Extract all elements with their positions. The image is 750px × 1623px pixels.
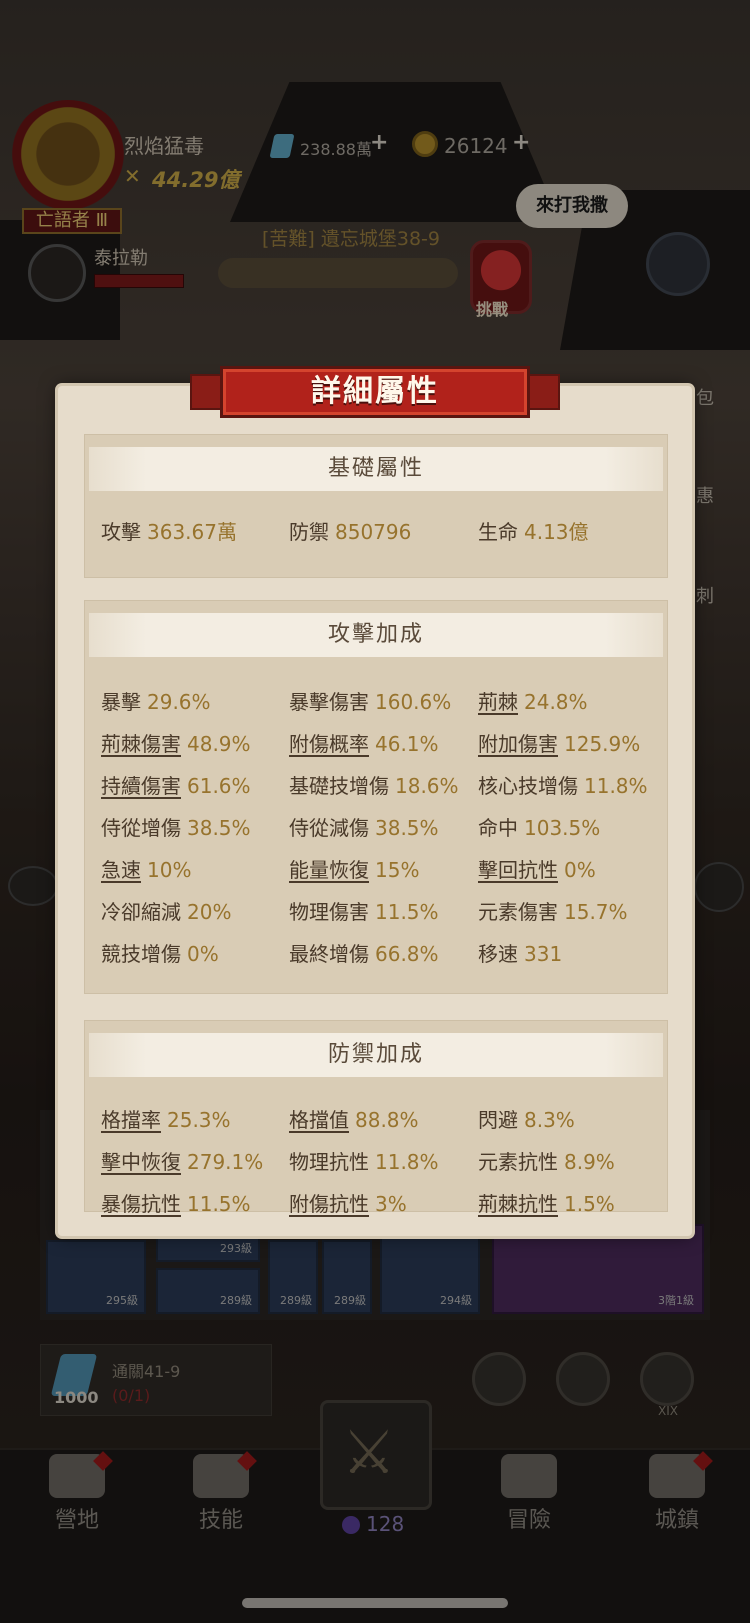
stat-elemental-resist: 元素抗性 8.9% xyxy=(478,1150,615,1174)
stat-thorns-resist[interactable]: 荊棘抗性 1.5% xyxy=(478,1188,615,1217)
stat-final-damage: 最終增傷 66.8% xyxy=(289,942,439,966)
stat-core-skill-bonus: 核心技增傷 11.8% xyxy=(478,774,648,798)
stat-knockback-resist[interactable]: 擊回抗性 0% xyxy=(478,854,596,883)
stat-physical-damage: 物理傷害 11.5% xyxy=(289,900,439,924)
basic-attributes-section: 基礎屬性 xyxy=(84,434,668,578)
section-heading: 防禦加成 xyxy=(89,1033,663,1077)
section-heading: 攻擊加成 xyxy=(89,613,663,657)
stat-physical-resist: 物理抗性 11.8% xyxy=(289,1150,439,1174)
stat-extra-damage[interactable]: 附加傷害 125.9% xyxy=(478,728,640,757)
stat-elemental-damage: 元素傷害 15.7% xyxy=(478,900,628,924)
stat-energy-regen[interactable]: 能量恢復 15% xyxy=(289,854,419,883)
stat-block-value[interactable]: 格擋值 88.8% xyxy=(289,1104,419,1133)
stat-dot-damage[interactable]: 持續傷害 61.6% xyxy=(101,770,251,799)
stat-crit-damage: 暴擊傷害 160.6% xyxy=(289,690,452,714)
stat-haste[interactable]: 急速 10% xyxy=(101,854,191,883)
stat-defense: 防禦 850796 xyxy=(289,520,412,544)
stat-thorns[interactable]: 荊棘 24.8% xyxy=(478,686,588,715)
stat-proc-chance[interactable]: 附傷概率 46.1% xyxy=(289,728,439,757)
modal-header: 詳細屬性 xyxy=(190,362,560,422)
stat-block-rate[interactable]: 格擋率 25.3% xyxy=(101,1104,231,1133)
stat-hit: 命中 103.5% xyxy=(478,816,601,840)
stat-minion-damage: 侍從增傷 38.5% xyxy=(101,816,251,840)
stat-crit: 暴擊 29.6% xyxy=(101,690,211,714)
stat-attack: 攻擊 363.67萬 xyxy=(101,520,237,544)
stat-hp: 生命 4.13億 xyxy=(478,520,589,544)
stat-basic-skill-bonus: 基礎技增傷 18.6% xyxy=(289,774,459,798)
stat-thorns-damage[interactable]: 荊棘傷害 48.9% xyxy=(101,728,251,757)
section-heading: 基礎屬性 xyxy=(89,447,663,491)
stat-cooldown-reduction: 冷卻縮減 20% xyxy=(101,900,232,924)
stat-pvp-damage: 競技增傷 0% xyxy=(101,942,219,966)
stat-move-speed: 移速 331 xyxy=(478,942,563,966)
modal-title: 詳細屬性 xyxy=(311,374,439,409)
stat-proc-resist[interactable]: 附傷抗性 3% xyxy=(289,1188,407,1217)
stat-dodge: 閃避 8.3% xyxy=(478,1108,575,1132)
stat-on-hit-recovery[interactable]: 擊中恢復 279.1% xyxy=(101,1146,263,1175)
stat-minion-reduction: 侍從減傷 38.5% xyxy=(289,816,439,840)
stat-crit-damage-resist[interactable]: 暴傷抗性 11.5% xyxy=(101,1188,251,1217)
